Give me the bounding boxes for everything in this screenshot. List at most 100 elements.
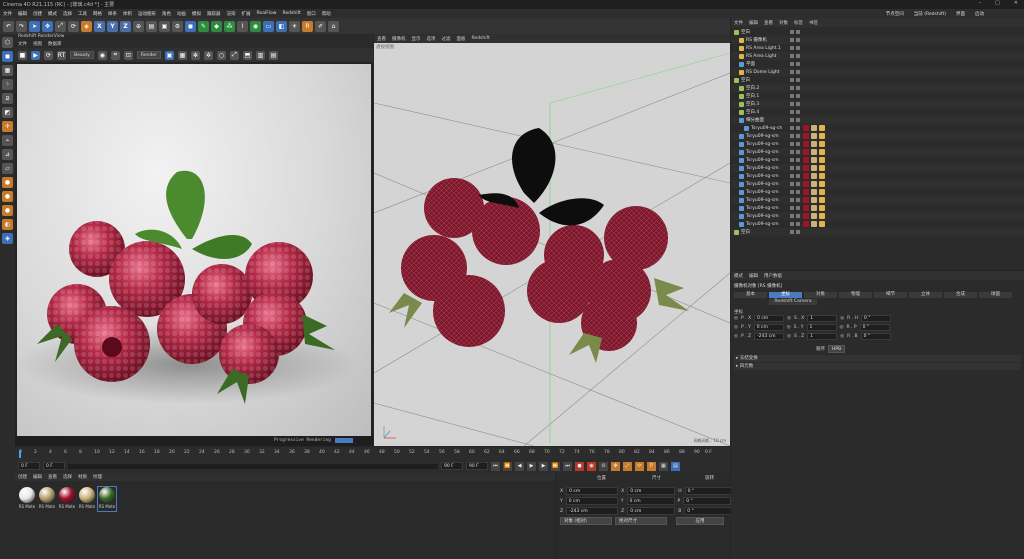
object-row[interactable]: Tsryu09-sg-sm: [731, 196, 1024, 204]
material-tags[interactable]: [803, 165, 825, 171]
settings-icon[interactable]: ✲: [203, 50, 213, 60]
visibility-flags[interactable]: [790, 142, 800, 146]
material-tags[interactable]: [803, 213, 825, 219]
param-field[interactable]: 1: [807, 315, 838, 322]
attribute-tab[interactable]: 基本: [734, 292, 767, 298]
move-icon[interactable]: ✥: [42, 20, 53, 32]
menu-item[interactable]: 模拟: [192, 11, 201, 17]
start-render-icon[interactable]: ▶: [31, 50, 40, 60]
object-row[interactable]: Tsryu09-sg-sm: [731, 156, 1024, 164]
attribute-tab[interactable]: 立体: [909, 292, 942, 298]
visibility-flags[interactable]: [790, 214, 800, 218]
object-row[interactable]: RS 摄像机: [731, 36, 1024, 44]
object-menu-item[interactable]: 标签: [794, 20, 803, 26]
python-icon[interactable]: ⌂: [328, 20, 339, 32]
visibility-flags[interactable]: [790, 62, 800, 66]
menu-item[interactable]: 网格: [93, 11, 102, 17]
recent-tool-icon[interactable]: ◈: [81, 20, 92, 32]
polygons-mode-icon[interactable]: ◩: [2, 107, 13, 118]
material-menu-item[interactable]: 查看: [48, 474, 57, 480]
object-row[interactable]: 空白.2: [731, 84, 1024, 92]
attribute-tab[interactable]: 合成: [944, 292, 977, 298]
viewport-menu-item[interactable]: 查看: [377, 36, 386, 42]
material-tags[interactable]: [803, 221, 825, 227]
cloner-icon[interactable]: ⁂: [224, 20, 235, 32]
spline-pen-icon[interactable]: ✎: [198, 20, 209, 32]
attribute-tab[interactable]: 对象: [804, 292, 837, 298]
visibility-flags[interactable]: [790, 150, 800, 154]
model-mode-icon[interactable]: ◼: [2, 51, 13, 62]
object-row[interactable]: Tsryu09-sg-sm: [731, 180, 1024, 188]
size-x-field[interactable]: 0 cm: [627, 487, 676, 495]
object-row[interactable]: 空白: [731, 76, 1024, 84]
redshift-tools-icon[interactable]: ◐: [2, 219, 13, 230]
deformer-icon[interactable]: ⌇: [237, 20, 248, 32]
position-key-icon[interactable]: ✥: [611, 461, 620, 471]
position-x-field[interactable]: 0 cm: [566, 487, 619, 495]
menu-item[interactable]: 渲染: [227, 11, 236, 17]
redo-icon[interactable]: ↷: [16, 20, 27, 32]
timeline-window-icon[interactable]: ▤: [671, 461, 680, 471]
prev-frame-icon[interactable]: ◀: [515, 461, 524, 471]
keyframe-selection-icon[interactable]: ⊙: [599, 461, 608, 471]
attribute-tab[interactable]: Redshift Camera: [769, 299, 817, 305]
minimize-button[interactable]: –: [979, 0, 982, 6]
menu-item[interactable]: 动画: [177, 11, 186, 17]
viewport-menu-item[interactable]: 摄像机: [392, 36, 406, 42]
position-y-field[interactable]: 0 cm: [565, 497, 618, 505]
object-row[interactable]: 平面: [731, 60, 1024, 68]
attribute-tab[interactable]: 坐标: [769, 292, 802, 298]
field-icon[interactable]: ◉: [250, 20, 261, 32]
menu-item[interactable]: 体积: [123, 11, 132, 17]
visibility-flags[interactable]: [790, 30, 800, 34]
object-row[interactable]: RS Dome Light: [731, 68, 1024, 76]
object-row[interactable]: 空白.3: [731, 100, 1024, 108]
grid-icon[interactable]: ▦: [177, 50, 187, 60]
crop-icon[interactable]: ⌗: [110, 50, 120, 60]
visibility-flags[interactable]: [790, 54, 800, 58]
material-tags[interactable]: [803, 125, 825, 131]
go-to-end-icon[interactable]: ⏭: [563, 461, 572, 471]
viewport-menu-item[interactable]: 过滤: [442, 36, 451, 42]
lock-icon[interactable]: ⊡: [123, 50, 133, 60]
x-axis-lock-icon[interactable]: X: [94, 20, 105, 32]
go-to-start-icon[interactable]: ⏮: [491, 461, 500, 471]
tweak-mode-icon[interactable]: ⌁: [2, 135, 13, 146]
keyframe-icon[interactable]: ◎: [734, 325, 738, 330]
scale-key-icon[interactable]: ⤢: [623, 461, 632, 471]
close-button[interactable]: ✕: [1014, 0, 1018, 6]
object-row[interactable]: RS Area Light: [731, 52, 1024, 60]
param-field[interactable]: 1: [806, 324, 837, 331]
histogram-icon[interactable]: ▥: [255, 50, 265, 60]
menu-item[interactable]: 扩展: [242, 11, 251, 17]
material-tags[interactable]: [803, 173, 825, 179]
cube-icon[interactable]: ◼: [185, 20, 196, 32]
material-menu-item[interactable]: 编辑: [33, 474, 42, 480]
object-row[interactable]: Tsryu09-sg-sm: [731, 164, 1024, 172]
redshift-ipr-icon[interactable]: ●: [2, 177, 13, 188]
visibility-flags[interactable]: [790, 230, 800, 234]
layout-item[interactable]: 节点空间: [886, 11, 904, 17]
viewport-menu-item[interactable]: 面板: [457, 36, 466, 42]
z-axis-lock-icon[interactable]: Z: [120, 20, 131, 32]
attribute-menu-item[interactable]: 模式: [734, 273, 743, 279]
attribute-tab[interactable]: 细节: [874, 292, 907, 298]
object-row[interactable]: Tsryu09-sg-sm: [731, 132, 1024, 140]
autokey-icon[interactable]: ◉: [587, 461, 596, 471]
layout-item[interactable]: 界面: [956, 11, 965, 17]
freeze-transform-section[interactable]: ▸ 冻结变换: [734, 355, 1021, 362]
object-menu-item[interactable]: 编辑: [749, 20, 758, 26]
object-row[interactable]: 空白: [731, 28, 1024, 36]
menu-item[interactable]: 文件: [3, 11, 12, 17]
maximize-button[interactable]: □: [995, 0, 1000, 6]
keyframe-icon[interactable]: ◎: [734, 334, 738, 339]
select-icon[interactable]: ➤: [29, 20, 40, 32]
param-field[interactable]: 0 °: [859, 324, 890, 331]
render-view-menu-database[interactable]: 数据库: [48, 41, 62, 48]
visibility-flags[interactable]: [790, 158, 800, 162]
object-row[interactable]: Tsryu09-sg-ch: [731, 124, 1024, 132]
menu-item[interactable]: 编辑: [18, 11, 27, 17]
texture-mode-icon[interactable]: ▦: [2, 65, 13, 76]
render-region-icon[interactable]: ▣: [159, 20, 170, 32]
object-row[interactable]: 空白: [731, 228, 1024, 236]
